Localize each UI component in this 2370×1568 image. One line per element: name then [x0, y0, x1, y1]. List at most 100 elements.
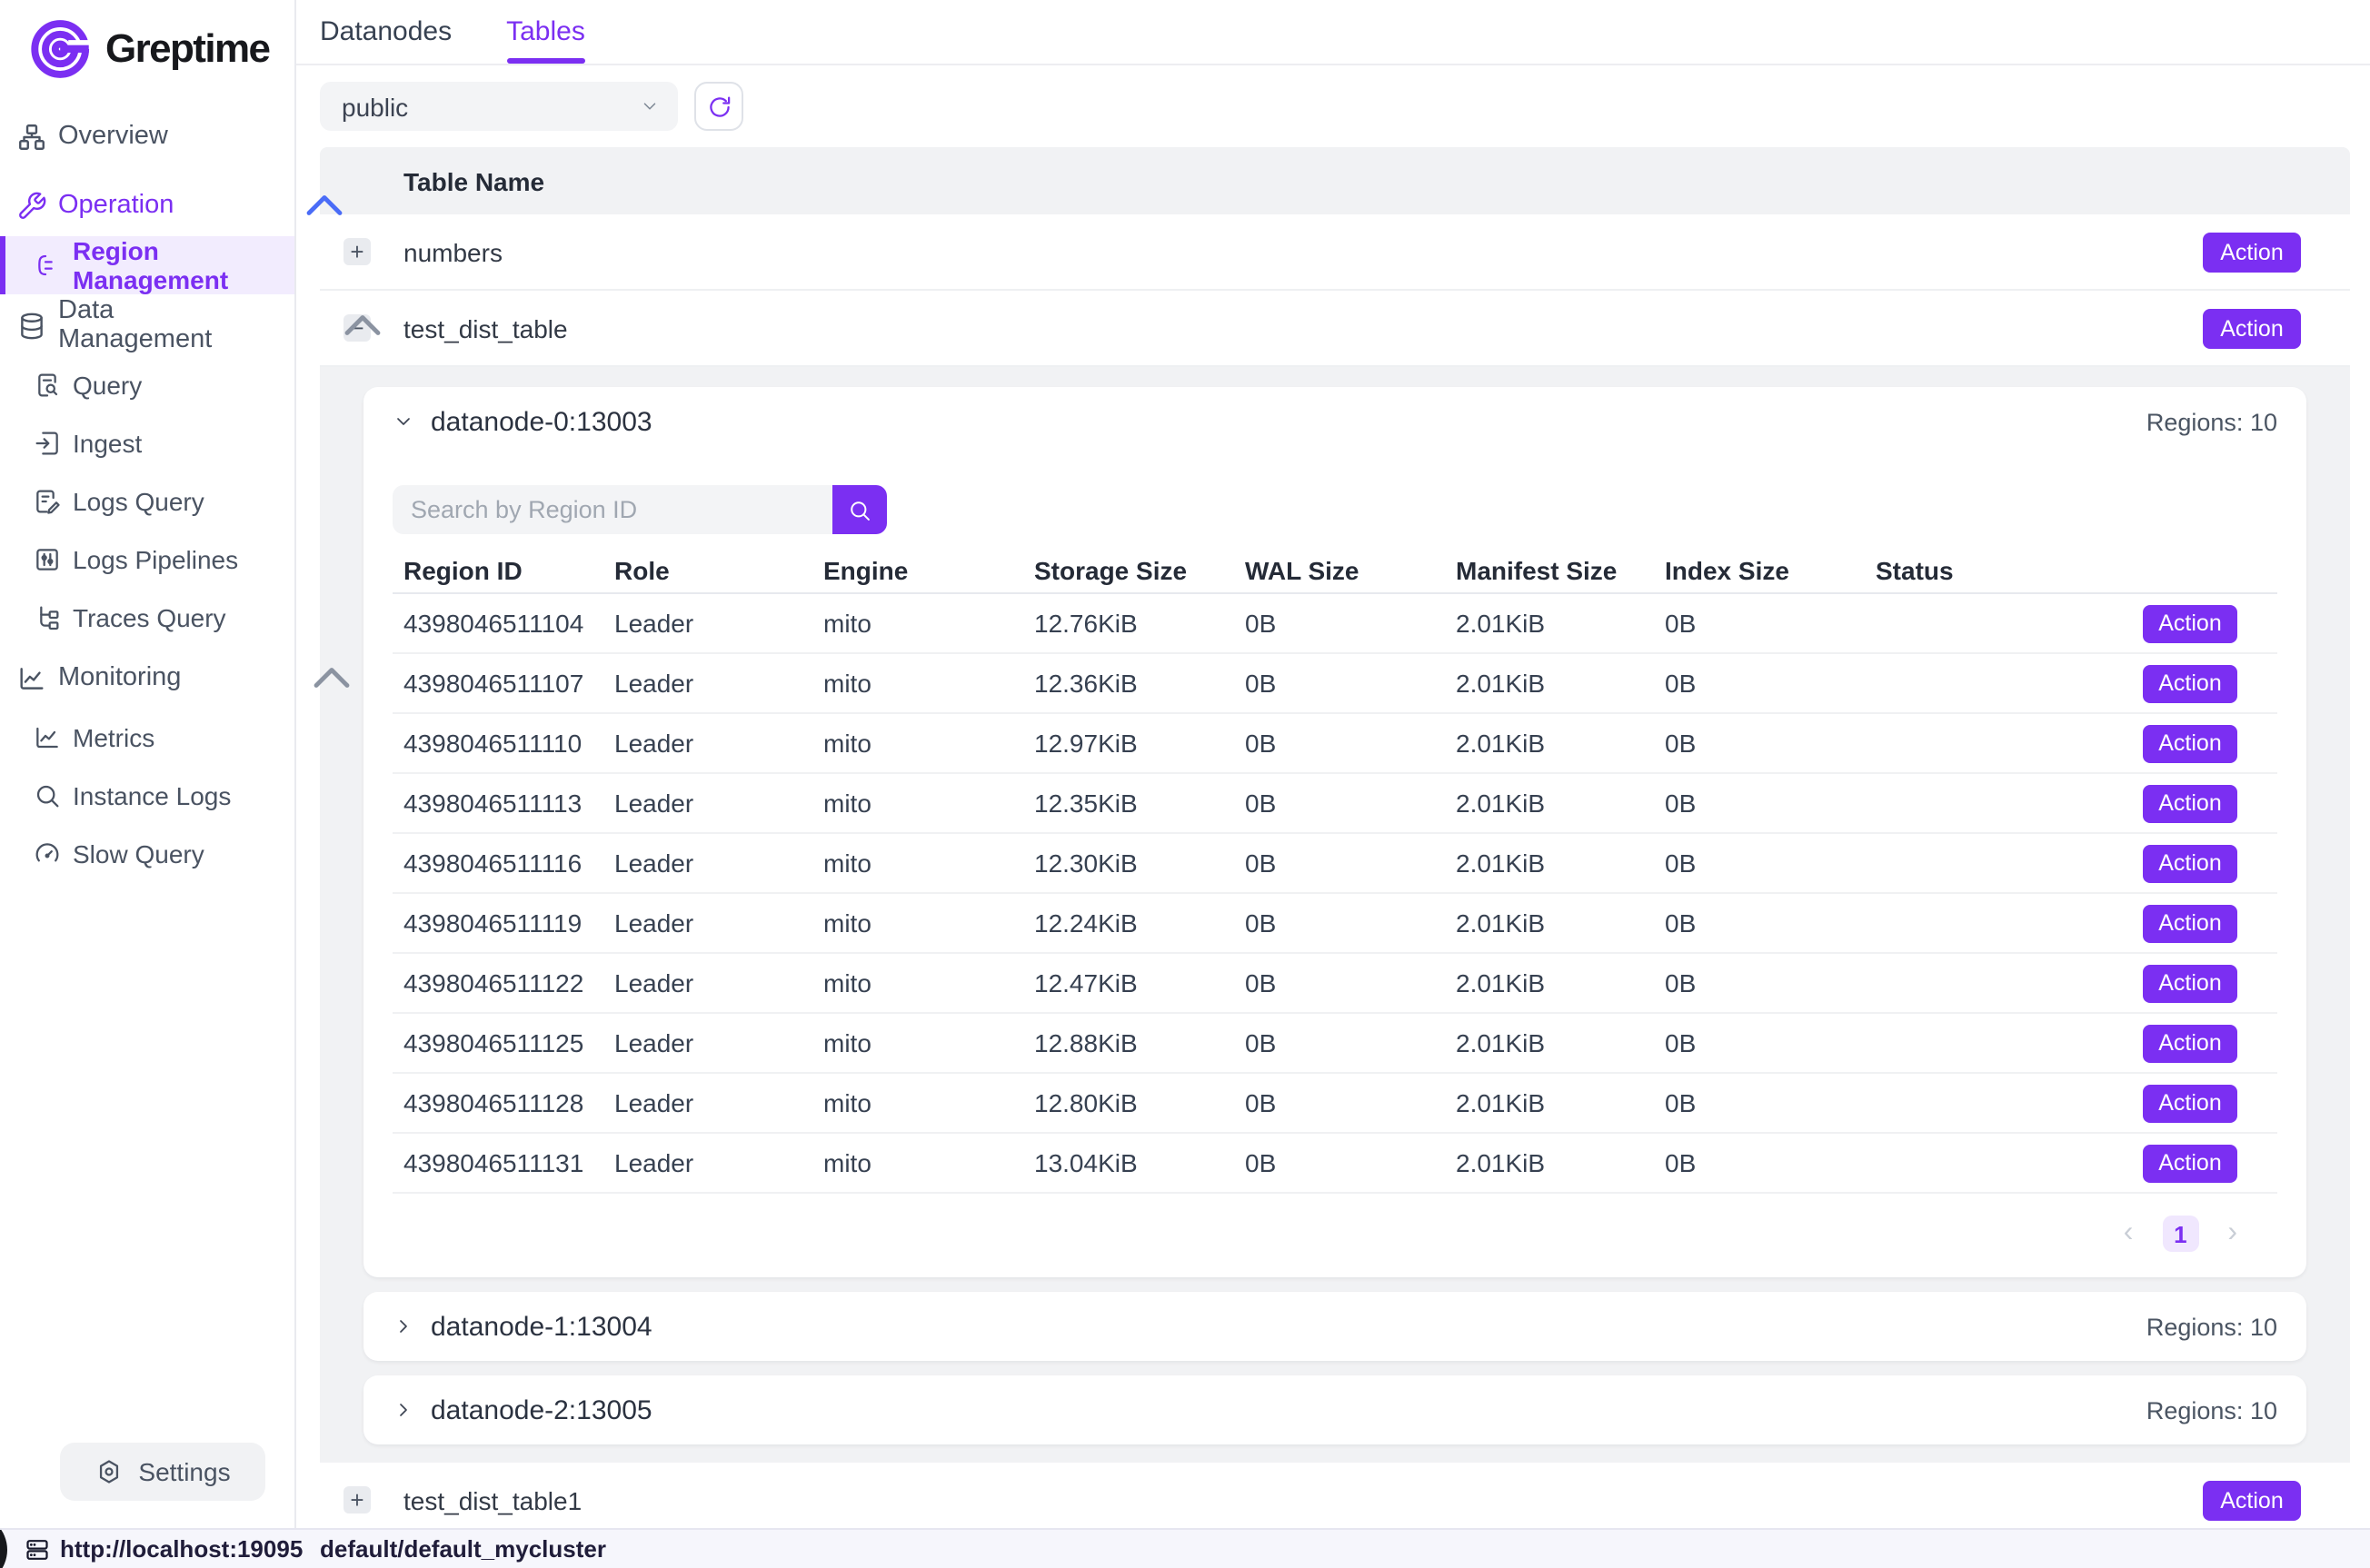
- search-icon: [847, 497, 872, 522]
- region-storage-size: 12.30KiB: [1023, 849, 1234, 878]
- refresh-icon: [704, 92, 733, 121]
- region-wal-size: 0B: [1234, 1088, 1445, 1117]
- tab-tables[interactable]: Tables: [506, 0, 585, 64]
- sidebar-item-monitoring[interactable]: Monitoring: [0, 647, 294, 709]
- region-action-button[interactable]: Action: [2143, 904, 2237, 942]
- region-engine: mito: [812, 1088, 1023, 1117]
- table-row: + numbers Action: [320, 214, 2350, 291]
- chevron-left-icon[interactable]: ‹: [2124, 1219, 2134, 1248]
- region-row: 4398046511116 Leader mito 12.30KiB 0B 2.…: [393, 834, 2277, 894]
- table-action-button[interactable]: Action: [2203, 232, 2301, 272]
- plus-icon[interactable]: +: [344, 1486, 371, 1513]
- region-row: 4398046511110 Leader mito 12.97KiB 0B 2.…: [393, 714, 2277, 774]
- status-bar: http://localhost:19095 default/default_m…: [0, 1528, 2370, 1568]
- sidebar-item-instance-logs[interactable]: Instance Logs: [0, 767, 294, 825]
- toolbar: public: [320, 82, 2350, 131]
- sidebar-item-query[interactable]: Query: [0, 356, 294, 414]
- settings-button[interactable]: Settings: [60, 1443, 265, 1501]
- region-storage-size: 12.35KiB: [1023, 789, 1234, 818]
- region-action-button[interactable]: Action: [2143, 784, 2237, 822]
- chevron-up-icon: [192, 647, 470, 709]
- region-engine: mito: [812, 669, 1023, 698]
- ingest-icon: [33, 429, 62, 458]
- column-header-index-size: Index Size: [1654, 555, 1865, 584]
- region-engine: mito: [812, 1028, 1023, 1057]
- corner-circle-decoration: [0, 1528, 7, 1568]
- region-action-button[interactable]: Action: [2143, 844, 2237, 882]
- sidebar-item-region-management[interactable]: Region Management: [0, 236, 294, 294]
- datanode-header[interactable]: datanode-1:13004 Regions: 10: [363, 1292, 2306, 1361]
- pagination-page-1[interactable]: 1: [2162, 1216, 2198, 1252]
- region-action-button[interactable]: Action: [2143, 964, 2237, 1002]
- tab-label: Tables: [506, 16, 585, 47]
- region-storage-size: 12.80KiB: [1023, 1088, 1234, 1117]
- region-engine: mito: [812, 1148, 1023, 1177]
- region-action-button[interactable]: Action: [2143, 604, 2237, 642]
- server-url: http://localhost:19095: [60, 1535, 303, 1563]
- datanode-header[interactable]: datanode-2:13005 Regions: 10: [363, 1375, 2306, 1444]
- column-header-manifest-size: Manifest Size: [1445, 555, 1654, 584]
- region-index-size: 0B: [1654, 908, 1865, 938]
- sidebar-item-metrics[interactable]: Metrics: [0, 709, 294, 767]
- file-edit-icon: [33, 487, 62, 516]
- region-manifest-size: 2.01KiB: [1445, 908, 1654, 938]
- region-role: Leader: [603, 1088, 812, 1117]
- sidebar-item-ingest[interactable]: Ingest: [0, 414, 294, 472]
- region-id: 4398046511104: [393, 609, 603, 638]
- chevron-right-icon: [393, 1399, 414, 1421]
- tab-datanodes[interactable]: Datanodes: [320, 0, 452, 64]
- table-expanded-panel: datanode-0:13003 Regions: 10: [320, 367, 2350, 1463]
- sidebar-item-overview[interactable]: Overview: [0, 105, 294, 167]
- region-index-size: 0B: [1654, 1088, 1865, 1117]
- region-id: 4398046511110: [393, 729, 603, 758]
- chart-line-icon: [16, 662, 47, 693]
- tables-list: Table Name + numbers Action − test_dist_…: [320, 147, 2350, 1528]
- region-index-size: 0B: [1654, 1148, 1865, 1177]
- region-action-button[interactable]: Action: [2143, 1084, 2237, 1122]
- region-id: 4398046511122: [393, 968, 603, 997]
- sidebar-item-slow-query[interactable]: Slow Query: [0, 825, 294, 883]
- sidebar-item-traces-query[interactable]: Traces Query: [0, 589, 294, 647]
- datanode-header[interactable]: datanode-0:13003 Regions: 10: [363, 387, 2306, 456]
- region-wal-size: 0B: [1234, 849, 1445, 878]
- region-action-button[interactable]: Action: [2143, 1144, 2237, 1182]
- region-manifest-size: 2.01KiB: [1445, 1028, 1654, 1057]
- sidebar-item-logs-pipelines[interactable]: Logs Pipelines: [0, 531, 294, 589]
- region-storage-size: 12.97KiB: [1023, 729, 1234, 758]
- region-storage-size: 12.36KiB: [1023, 669, 1234, 698]
- sidebar-item-label: Data Management: [58, 296, 212, 354]
- sidebar-item-operation[interactable]: Operation: [0, 174, 294, 236]
- region-index-size: 0B: [1654, 789, 1865, 818]
- sidebar-item-label: Query: [73, 371, 142, 400]
- tables-content: public Table Name + numbers A: [296, 65, 2370, 1528]
- datanode-name: datanode-2:13005: [431, 1394, 652, 1425]
- server-icon: [24, 1536, 51, 1562]
- sidebar: Greptime Overview Operation: [0, 0, 296, 1528]
- main-panel: Datanodes Tables public: [296, 0, 2370, 1528]
- region-manifest-size: 2.01KiB: [1445, 609, 1654, 638]
- schema-select[interactable]: public: [320, 82, 678, 131]
- table-row: − test_dist_table Action: [320, 291, 2350, 367]
- sidebar-item-data-management[interactable]: Data Management: [0, 294, 294, 356]
- region-role: Leader: [603, 729, 812, 758]
- datanode-body: Region ID Role Engine Storage Size WAL S…: [363, 485, 2306, 1277]
- region-search-button[interactable]: [832, 485, 887, 534]
- region-search-input[interactable]: [393, 485, 832, 534]
- refresh-button[interactable]: [694, 82, 743, 131]
- region-wal-size: 0B: [1234, 609, 1445, 638]
- table-action-button[interactable]: Action: [2203, 308, 2301, 348]
- region-action-button[interactable]: Action: [2143, 1024, 2237, 1062]
- schema-select-value: public: [342, 92, 640, 121]
- region-table: Region ID Role Engine Storage Size WAL S…: [393, 547, 2277, 1194]
- chevron-right-icon[interactable]: ›: [2227, 1219, 2237, 1248]
- database-icon: [16, 310, 47, 341]
- sidebar-item-label: Logs Query: [73, 487, 204, 516]
- region-action-button[interactable]: Action: [2143, 664, 2237, 702]
- region-action-button[interactable]: Action: [2143, 724, 2237, 762]
- region-index-size: 0B: [1654, 669, 1865, 698]
- region-role: Leader: [603, 789, 812, 818]
- plus-icon[interactable]: +: [344, 238, 371, 265]
- sidebar-item-logs-query[interactable]: Logs Query: [0, 472, 294, 531]
- table-action-button[interactable]: Action: [2203, 1480, 2301, 1520]
- region-wal-size: 0B: [1234, 669, 1445, 698]
